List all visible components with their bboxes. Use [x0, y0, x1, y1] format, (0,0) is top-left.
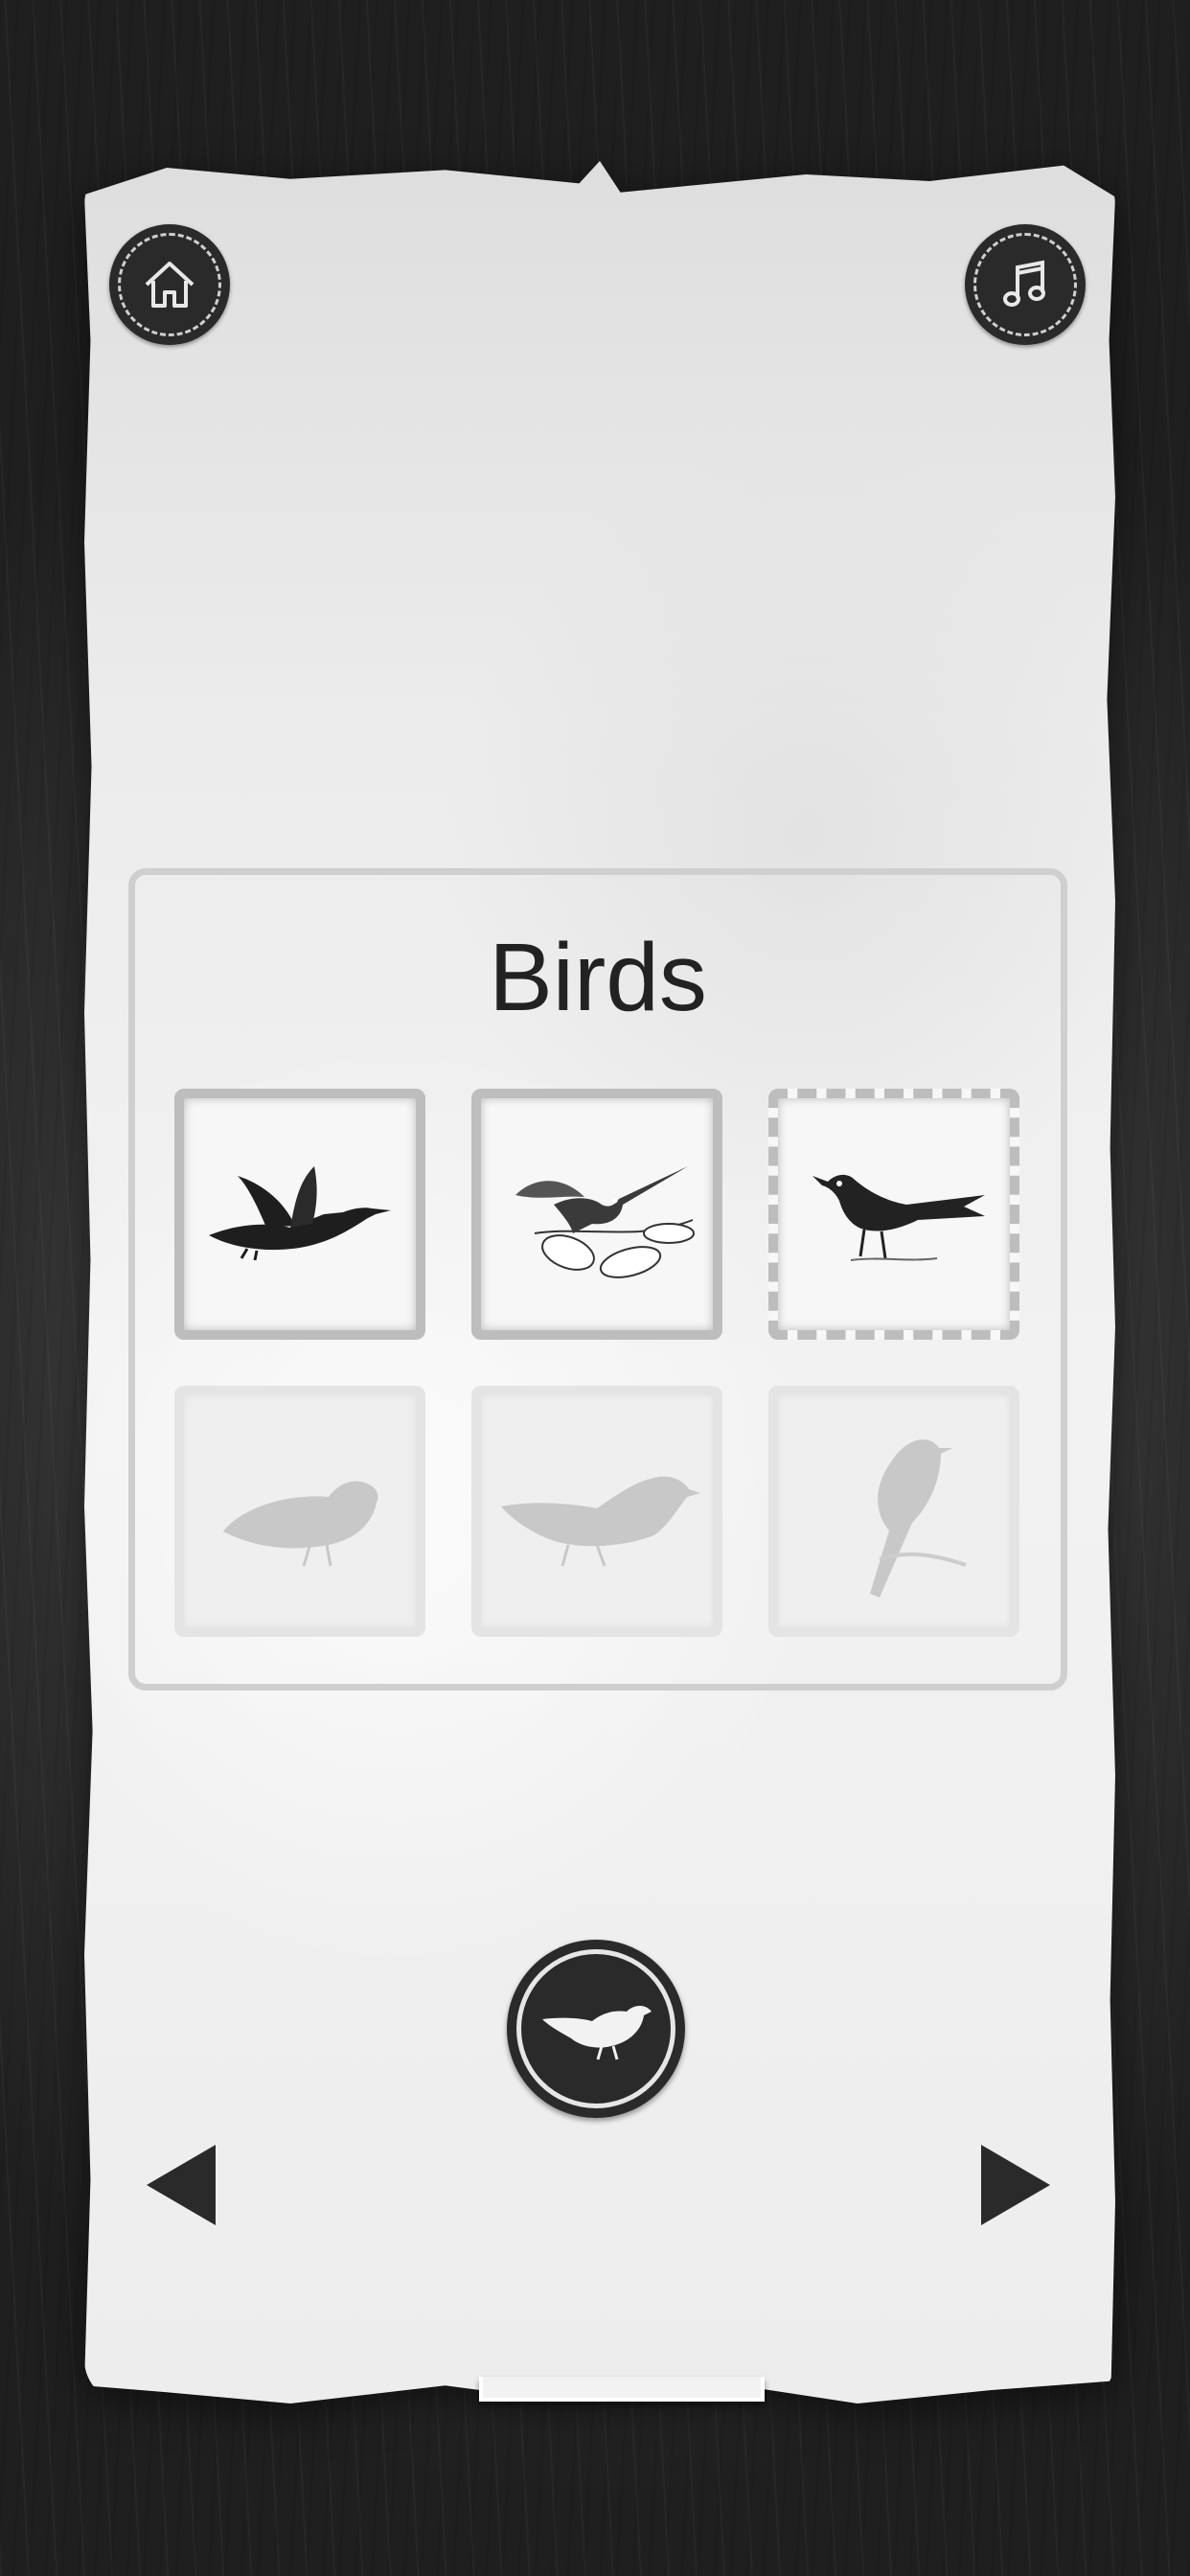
goose-flying-icon	[209, 1166, 391, 1261]
tile-hummingbird[interactable]	[471, 1089, 722, 1340]
grackle-icon	[812, 1174, 985, 1261]
tile-grackle[interactable]	[768, 1089, 1019, 1340]
tile-duck[interactable]	[471, 1386, 722, 1637]
music-note-icon	[1003, 260, 1045, 307]
previous-arrow[interactable]	[147, 2145, 216, 2225]
bird-silhouette-icon	[542, 2006, 652, 2060]
music-button[interactable]	[965, 224, 1086, 345]
songbird-perched-icon	[870, 1439, 967, 1598]
play-sound-button[interactable]	[507, 1940, 685, 2118]
tile-partridge[interactable]	[174, 1386, 425, 1637]
partridge-icon	[223, 1481, 378, 1567]
bottom-tab	[479, 2377, 765, 2402]
duck-icon	[501, 1476, 700, 1567]
home-icon	[145, 262, 195, 308]
tile-goose[interactable]	[174, 1089, 425, 1340]
next-arrow[interactable]	[981, 2145, 1050, 2225]
hummingbird-icon	[515, 1166, 695, 1278]
tile-songbird[interactable]	[768, 1386, 1019, 1637]
category-title: Birds	[489, 924, 707, 1031]
home-button[interactable]	[109, 224, 230, 345]
